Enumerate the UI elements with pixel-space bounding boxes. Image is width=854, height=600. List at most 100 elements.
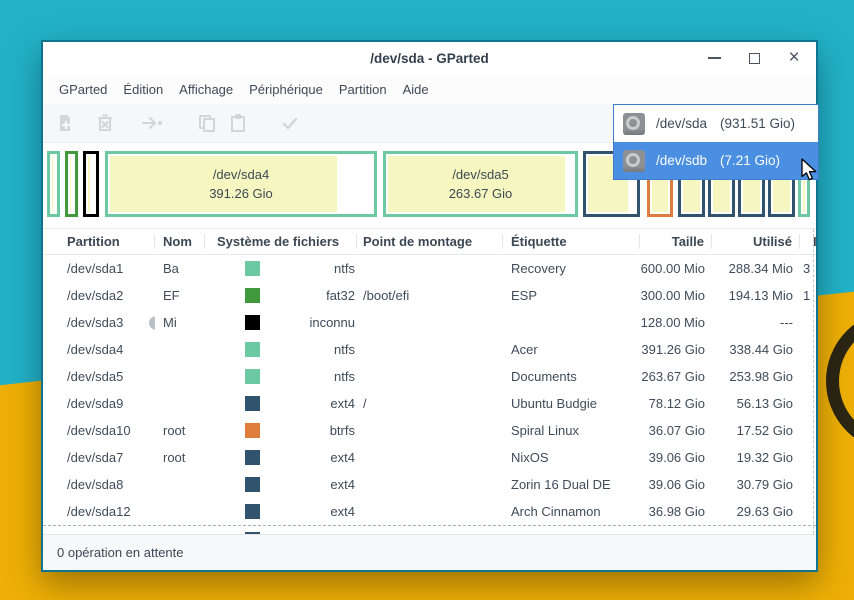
filesystem-color-swatch	[245, 477, 260, 492]
menu-item-edition[interactable]: Édition	[115, 78, 171, 101]
table-row[interactable]: /dev/sda4ntfsAcer391.26 Gio338.44 Gio	[43, 336, 816, 363]
cell-label: Ubuntu Budgie	[503, 390, 640, 417]
delete-partition-icon	[95, 113, 115, 133]
cell-mount-point	[357, 444, 503, 471]
filesystem-color-swatch	[245, 369, 260, 384]
table-header: PartitionNom Système de fichiersPoint de …	[43, 229, 816, 255]
cell-mount-point	[357, 336, 503, 363]
cell-filesystem: ext4	[205, 390, 357, 417]
delete-partition-button[interactable]	[93, 111, 117, 135]
bar-segment--dev-sda5[interactable]: /dev/sda5263.67 Gio	[383, 151, 578, 217]
cell-label: Recovery	[503, 255, 640, 282]
cell-label: Zorin 16 Dual DE	[503, 471, 640, 498]
minimize-button[interactable]	[706, 50, 722, 66]
cell-used: ---	[712, 309, 800, 336]
column-header-partition[interactable]: Partition	[43, 234, 155, 249]
titlebar[interactable]: /dev/sda - GParted ×	[43, 42, 816, 74]
hard-disk-icon	[623, 113, 645, 135]
filesystem-color-swatch	[245, 396, 260, 411]
cell-partition: /dev/sda12	[43, 498, 155, 525]
column-header-utilise[interactable]: Utilisé	[712, 234, 800, 249]
resize-move-button[interactable]	[140, 111, 164, 135]
cell-name	[155, 526, 205, 534]
cell-label: ESP	[503, 282, 640, 309]
cell-filesystem: ntfs	[205, 255, 357, 282]
copy-icon	[197, 113, 217, 133]
paste-icon	[228, 113, 248, 133]
filesystem-color-swatch	[245, 315, 260, 330]
dropdown-item--dev-sda[interactable]: /dev/sda(931.51 Gio)	[614, 105, 818, 142]
cell-mount-point	[357, 363, 503, 390]
filesystem-name: ntfs	[260, 369, 355, 384]
cell-used: 29.63 Gio	[712, 498, 800, 525]
cell-filesystem: fat32	[205, 282, 357, 309]
bar-segment-0[interactable]	[47, 151, 60, 217]
cell-label: Spiral Linux	[503, 417, 640, 444]
cell-label: Solus	[503, 526, 640, 534]
cell-size: 36.98 Gio	[640, 498, 712, 525]
column-header-systeme-de-fichiers[interactable]: Système de fichiers	[211, 234, 357, 249]
column-header-etiquette[interactable]: Étiquette	[503, 234, 640, 249]
hard-disk-icon	[623, 150, 645, 172]
cell-filesystem: ntfs	[205, 336, 357, 363]
table-row[interactable]: /dev/sda5ntfsDocuments263.67 Gio253.98 G…	[43, 363, 816, 390]
table-row[interactable]: /dev/sda2EFfat32/boot/efiESP300.00 Mio19…	[43, 282, 816, 309]
menu-item-partition[interactable]: Partition	[331, 78, 395, 101]
table-row[interactable]: /dev/sda7rootext4NixOS39.06 Gio19.32 Gio	[43, 444, 816, 471]
menubar: GPartedÉditionAffichagePériphériqueParti…	[43, 74, 816, 104]
cell-label: Arch Cinnamon	[503, 498, 640, 525]
table-row[interactable]: /dev/sda8ext4Zorin 16 Dual DE39.06 Gio30…	[43, 471, 816, 498]
filesystem-color-swatch	[245, 288, 260, 303]
cell-name	[155, 498, 205, 525]
cell-partition: /dev/sda4	[43, 336, 155, 363]
cell-partition: /dev/sda3!	[43, 309, 155, 336]
bar-segment-2[interactable]	[83, 151, 99, 217]
copy-button[interactable]	[195, 111, 219, 135]
cell-size: 300.00 Mio	[640, 282, 712, 309]
maximize-button[interactable]	[746, 50, 762, 66]
column-header-taille[interactable]: Taille	[640, 234, 712, 249]
cell-mount-point	[357, 309, 503, 336]
column-header-nom[interactable]: Nom	[155, 234, 205, 249]
new-partition-button[interactable]	[53, 111, 77, 135]
menu-item-gparted[interactable]: GParted	[51, 78, 115, 101]
filesystem-color-swatch	[245, 261, 260, 276]
apply-button[interactable]	[278, 111, 302, 135]
cell-partition: /dev/sda7	[43, 444, 155, 471]
cell-size: 78.12 Gio	[640, 390, 712, 417]
menu-item-peripherique[interactable]: Périphérique	[241, 78, 331, 101]
menu-item-aide[interactable]: Aide	[395, 78, 437, 101]
cell-name: root	[155, 444, 205, 471]
table-right-edge	[813, 229, 814, 534]
table-row[interactable]: /dev/sda9ext4/Ubuntu Budgie78.12 Gio56.1…	[43, 390, 816, 417]
menu-item-affichage[interactable]: Affichage	[171, 78, 241, 101]
table-row[interactable]: /dev/sda10rootbtrfsSpiral Linux36.07 Gio…	[43, 417, 816, 444]
filesystem-name: ext4	[260, 396, 355, 411]
table-row[interactable]: /dev/sda12ext4Arch Cinnamon36.98 Gio29.6…	[43, 498, 816, 525]
filesystem-name: ntfs	[260, 261, 355, 276]
cell-name	[155, 471, 205, 498]
bar-segment--dev-sda4[interactable]: /dev/sda4391.26 Gio	[105, 151, 377, 217]
paste-button[interactable]	[226, 111, 250, 135]
table-row[interactable]: /dev/sda1BantfsRecovery600.00 Mio288.34 …	[43, 255, 816, 282]
table-row[interactable]: /dev/sda3!Miinconnu128.00 Mio---	[43, 309, 816, 336]
cell-name: Ba	[155, 255, 205, 282]
filesystem-name: fat32	[260, 288, 355, 303]
bar-segment-1[interactable]	[65, 151, 78, 217]
cell-filesystem: ext4	[205, 444, 357, 471]
cell-mount-point: /boot/efi	[357, 282, 503, 309]
new-partition-icon	[55, 113, 75, 133]
column-header-point-de-montage[interactable]: Point de montage	[357, 234, 503, 249]
filesystem-color-swatch	[245, 423, 260, 438]
cell-partition: /dev/sda10	[43, 417, 155, 444]
filesystem-name: ext4	[260, 450, 355, 465]
close-button[interactable]: ×	[786, 50, 802, 66]
device-size: (7.21 Gio)	[720, 153, 780, 168]
bar-segment-label: /dev/sda4391.26 Gio	[108, 154, 374, 214]
close-icon: ×	[788, 50, 799, 66]
table-row[interactable]: /dev/sda6ext4Solus36.08 Gio31.20 Gio	[43, 525, 816, 534]
cell-partition: /dev/sda1	[43, 255, 155, 282]
cell-used: 338.44 Gio	[712, 336, 800, 363]
dropdown-item--dev-sdb[interactable]: /dev/sdb(7.21 Gio)	[614, 142, 818, 179]
resize-move-icon	[140, 113, 164, 133]
